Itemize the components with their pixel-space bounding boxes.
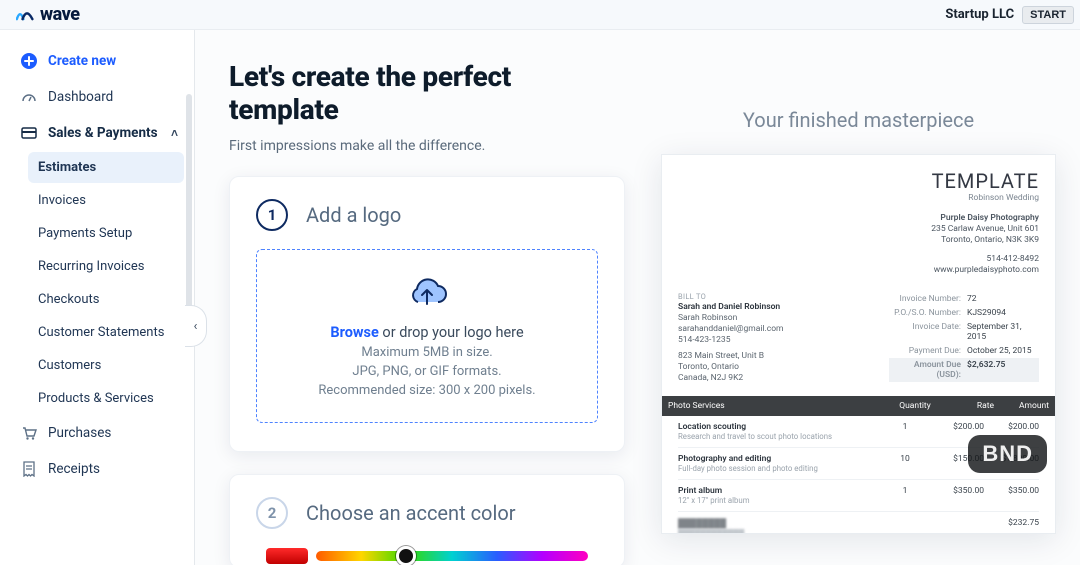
line-item: ████████████████████ $232.75	[678, 512, 1039, 534]
step-title-1: Add a logo	[306, 203, 401, 227]
cart-icon	[20, 424, 38, 442]
page-subtitle: First impressions make all the differenc…	[229, 138, 625, 154]
upload-cloud-icon	[267, 276, 587, 314]
subnav-estimates[interactable]: Estimates	[28, 152, 184, 183]
start-button[interactable]: START	[1022, 6, 1074, 24]
items-header: Photo Services Quantity Rate Amount	[662, 396, 1055, 416]
vendor-addr2: Toronto, Ontario, N3K 3K9	[931, 235, 1039, 246]
sidebar-item-receipts[interactable]: Receipts	[6, 452, 188, 486]
page-title: Let's create the perfect template	[229, 60, 625, 126]
sidebar-collapse-handle[interactable]: ‹	[185, 305, 207, 347]
dropzone-hint-dimensions: Recommended size: 300 x 200 pixels.	[267, 383, 587, 398]
sales-subnav: Estimates Invoices Payments Setup Recurr…	[0, 152, 194, 414]
color-slider[interactable]	[256, 543, 598, 565]
step-number-2: 2	[256, 497, 288, 529]
sidebar: Create new Dashboard Sales & Payments ˄ …	[0, 30, 195, 565]
card-icon	[20, 124, 38, 142]
dropzone-hint-size: Maximum 5MB in size.	[267, 345, 587, 360]
brand-logo[interactable]: wave	[16, 4, 79, 25]
vendor-web: www.purpledaisyphoto.com	[931, 265, 1039, 276]
subnav-checkouts[interactable]: Checkouts	[28, 284, 184, 315]
color-swatch[interactable]	[266, 548, 308, 564]
main-content: Let's create the perfect template First …	[195, 30, 1080, 565]
logo-dropzone[interactable]: Browse or drop your logo here Maximum 5M…	[256, 249, 598, 423]
watermark-badge: BND	[968, 435, 1047, 473]
sidebar-scrollbar[interactable]	[186, 94, 192, 314]
sidebar-item-dashboard[interactable]: Dashboard	[6, 80, 188, 114]
step-card-color: 2 Choose an accent color	[229, 474, 625, 565]
create-new-label: Create new	[48, 53, 116, 69]
plus-circle-icon	[20, 52, 38, 70]
vendor-name: Purple Daisy Photography	[931, 213, 1039, 224]
receipt-icon	[20, 460, 38, 478]
step-number-1: 1	[256, 199, 288, 231]
nav-label: Receipts	[48, 461, 100, 477]
preview-template-label: TEMPLATE	[931, 169, 1039, 193]
dropzone-main-line: Browse or drop your logo here	[267, 324, 587, 341]
wave-logo-icon	[16, 6, 34, 24]
step-title-2: Choose an accent color	[306, 501, 516, 525]
company-name[interactable]: Startup LLC	[945, 7, 1014, 22]
line-item: Print album12" x 17" print album 1 $350.…	[678, 480, 1039, 512]
sidebar-item-sales[interactable]: Sales & Payments ˄	[6, 116, 188, 150]
subnav-recurring-invoices[interactable]: Recurring Invoices	[28, 251, 184, 282]
nav-label: Purchases	[48, 425, 111, 441]
hue-track[interactable]	[316, 551, 588, 561]
nav-label: Dashboard	[48, 89, 113, 105]
step-card-logo: 1 Add a logo Browse or drop your logo he…	[229, 176, 625, 452]
dropzone-hint-formats: JPG, PNG, or GIF formats.	[267, 364, 587, 379]
subnav-payments-setup[interactable]: Payments Setup	[28, 218, 184, 249]
invoice-preview: TEMPLATE Robinson Wedding Purple Daisy P…	[661, 154, 1056, 534]
subnav-customer-statements[interactable]: Customer Statements	[28, 317, 184, 348]
browse-link[interactable]: Browse	[330, 324, 378, 341]
gauge-icon	[20, 88, 38, 106]
vendor-addr1: 235 Carlaw Avenue, Unit 601	[931, 224, 1039, 235]
create-new-button[interactable]: Create new	[6, 44, 188, 78]
invoice-meta: Invoice Number:72 P.O./S.O. Number:KJS29…	[889, 292, 1039, 384]
preview-caption: Your finished masterpiece	[661, 108, 1056, 132]
subnav-customers[interactable]: Customers	[28, 350, 184, 381]
hue-thumb[interactable]	[396, 546, 416, 565]
bill-to-header: BILL TO	[678, 292, 869, 302]
subnav-products-services[interactable]: Products & Services	[28, 383, 184, 414]
chevron-up-icon: ˄	[171, 126, 178, 140]
nav-label: Sales & Payments	[48, 125, 158, 141]
topbar: wave Startup LLC START	[0, 0, 1080, 30]
sidebar-item-purchases[interactable]: Purchases	[6, 416, 188, 450]
chevron-left-icon: ‹	[194, 319, 198, 334]
bill-to-block: BILL TO Sarah and Daniel Robinson Sarah …	[678, 292, 869, 384]
brand-text: wave	[40, 4, 79, 25]
subnav-invoices[interactable]: Invoices	[28, 185, 184, 216]
vendor-phone: 514-412-8492	[931, 254, 1039, 265]
preview-subtitle: Robinson Wedding	[931, 193, 1039, 203]
